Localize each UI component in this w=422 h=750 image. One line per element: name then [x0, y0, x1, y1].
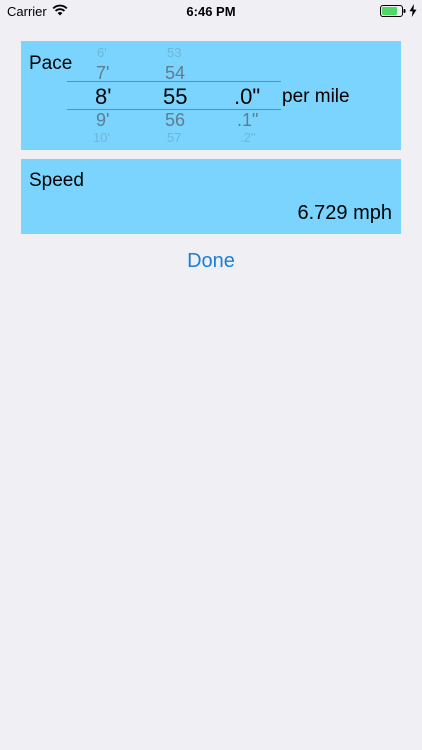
status-time: 6:46 PM	[186, 4, 236, 19]
minutes-selected: 8'	[95, 84, 112, 109]
seconds-faint-above: 53	[167, 45, 182, 60]
battery-icon	[380, 5, 406, 17]
done-button[interactable]: Done	[0, 250, 422, 273]
charging-bolt-icon	[409, 4, 417, 17]
speed-panel: Speed 6.729 mph	[21, 159, 401, 234]
seconds-selected: 55	[163, 84, 188, 109]
tenths-selected: .0"	[234, 84, 261, 109]
pace-unit-label: per mile	[282, 86, 350, 107]
minutes-faint-below: 10'	[93, 130, 110, 145]
speed-value: 6.729 mph	[297, 202, 392, 224]
minutes-below: 9'	[96, 110, 110, 130]
pace-label: Pace	[29, 53, 73, 74]
minutes-above: 7'	[96, 63, 110, 83]
pace-panel: Pace 6' 7' 8' 9' 10' 53 54 55 56 57 .0" …	[21, 41, 401, 150]
speed-label: Speed	[29, 170, 84, 191]
tenths-below: .1"	[237, 110, 259, 130]
seconds-faint-below: 57	[167, 130, 182, 145]
tenths-faint-below: .2"	[240, 130, 256, 145]
seconds-below: 56	[165, 110, 186, 130]
seconds-above: 54	[165, 63, 186, 83]
minutes-faint-above: 6'	[97, 45, 107, 60]
status-bar: Carrier 6:46 PM	[0, 0, 422, 22]
